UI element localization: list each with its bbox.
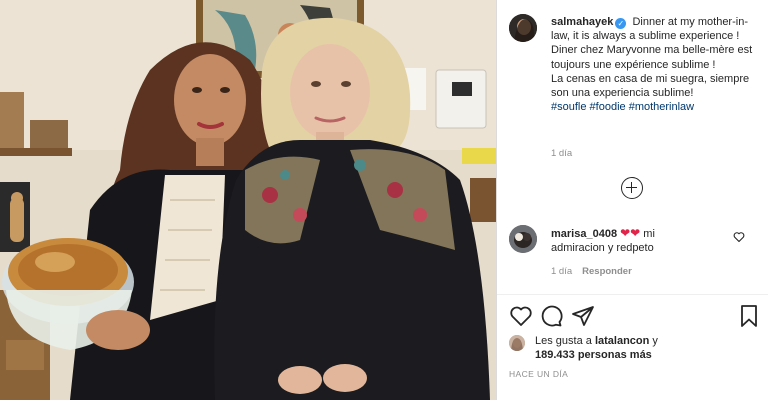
post-photo[interactable] <box>0 0 496 400</box>
heart-icon[interactable] <box>733 231 745 243</box>
post-side-panel: salmahayek ✓ Dinner at my mother-in-law, … <box>496 0 768 400</box>
caption-hashtags: #soufle #foodie #motherinlaw <box>551 100 761 114</box>
likes-text: Les gusta a latalancon y 189.433 personas… <box>535 334 735 362</box>
caption-line-2: Diner chez Maryvonne ma belle-mère est t… <box>551 44 753 71</box>
comment-meta: 1 día Responder <box>551 266 632 277</box>
hashtag-link[interactable]: #soufle <box>551 101 586 113</box>
heart-emoji: ❤❤ <box>620 226 641 240</box>
comment-text: marisa_0408 ❤❤ mi admiracion y redpeto <box>551 226 701 255</box>
comment-timestamp: 1 día <box>551 266 573 277</box>
post-timestamp[interactable]: HACE UN DÍA <box>509 369 568 379</box>
liker-avatar[interactable] <box>509 335 525 351</box>
divider <box>497 294 768 295</box>
share-icon[interactable] <box>571 304 595 328</box>
plus-circle-icon[interactable] <box>621 177 643 199</box>
author-avatar[interactable] <box>509 14 537 42</box>
author-username[interactable]: salmahayek <box>551 16 613 28</box>
reply-button[interactable]: Responder <box>582 266 632 277</box>
liker-avatar-image <box>509 335 525 351</box>
commenter-avatar-image <box>509 225 537 253</box>
likes-count[interactable]: 189.433 personas más <box>535 349 652 361</box>
action-bar <box>509 304 761 330</box>
author-avatar-image <box>509 14 537 42</box>
likes-prefix: Les gusta a <box>535 335 595 347</box>
hashtag-link[interactable]: #foodie <box>590 101 626 113</box>
likes-connector: y <box>649 335 658 347</box>
heart-icon[interactable] <box>509 304 533 328</box>
commenter-username[interactable]: marisa_0408 <box>551 228 617 240</box>
caption-text: salmahayek ✓ Dinner at my mother-in-law, … <box>551 15 761 114</box>
liker-username[interactable]: latalancon <box>595 335 649 347</box>
caption-line-3: La cenas en casa de mi suegra, siempre s… <box>551 72 750 100</box>
caption-timestamp[interactable]: 1 día <box>551 148 572 159</box>
bookmark-icon[interactable] <box>737 304 761 328</box>
comment-icon[interactable] <box>539 304 563 328</box>
photo-illustration <box>0 0 496 400</box>
hashtag-link[interactable]: #motherinlaw <box>629 101 694 113</box>
commenter-avatar[interactable] <box>509 225 537 253</box>
verified-badge-icon: ✓ <box>615 18 627 29</box>
